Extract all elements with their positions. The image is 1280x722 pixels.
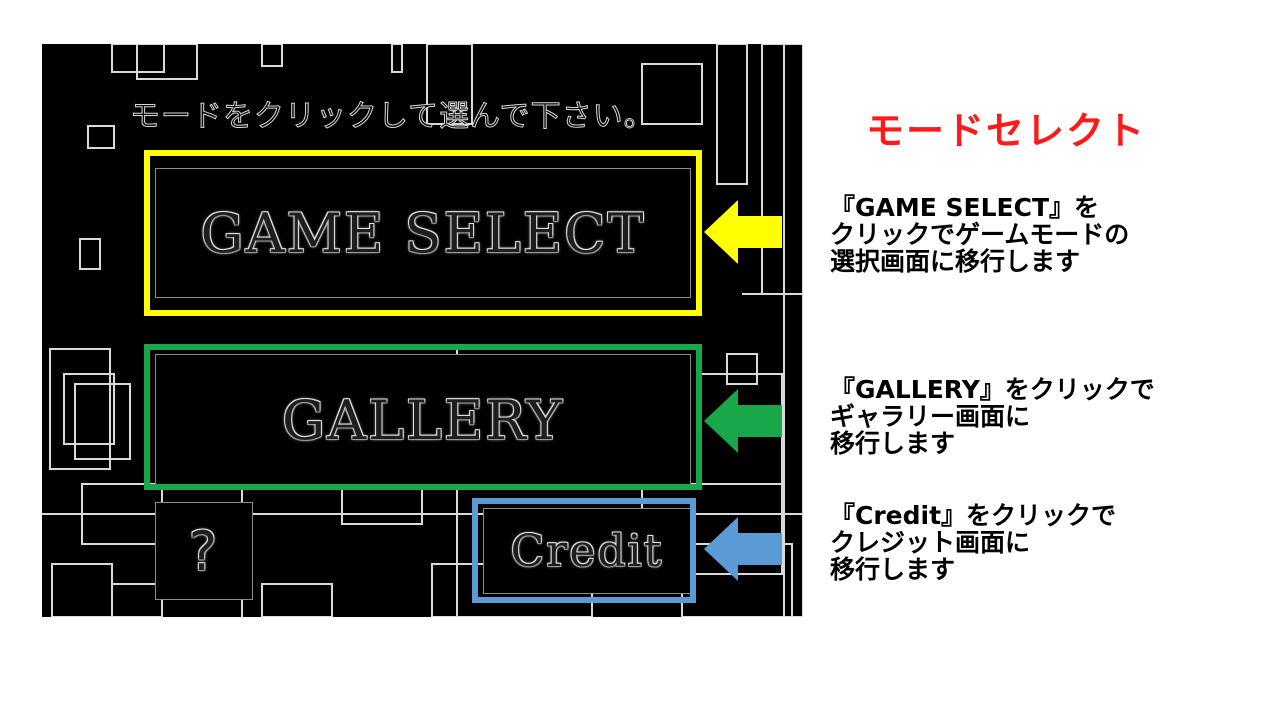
- back-label: クリックで戻る: [797, 629, 1280, 718]
- arrow-left-icon: [704, 517, 782, 581]
- back-button[interactable]: クリックで戻る: [797, 612, 1280, 722]
- credit-button[interactable]: Credit: [483, 508, 691, 594]
- arrow-left-icon: [704, 200, 782, 264]
- game-select-label: GAME SELECT: [200, 201, 646, 265]
- arrow-left-icon: [704, 389, 782, 453]
- description-line: 『Credit』をクリックで: [830, 501, 1117, 530]
- gallery-label: GALLERY: [282, 388, 564, 452]
- gallery-button[interactable]: GALLERY: [155, 354, 691, 486]
- game-screen: モードをクリックして選んで下さい。 GAME SELECT GALLERY ? …: [42, 44, 803, 617]
- gallery-description: 『GALLERY』をクリックで ギャラリー画面に 移行します: [830, 376, 1155, 457]
- description-line: 選択画面に移行します: [830, 247, 1081, 276]
- game-select-description: 『GAME SELECT』を クリックでゲームモードの 選択画面に移行します: [830, 194, 1129, 275]
- game-select-button[interactable]: GAME SELECT: [155, 168, 691, 298]
- credit-label: Credit: [510, 525, 664, 577]
- mode-select-title: モードセレクト: [866, 109, 1147, 153]
- help-button[interactable]: ?: [155, 502, 253, 600]
- description-line: 移行します: [830, 429, 956, 458]
- description-line: 移行します: [830, 555, 956, 584]
- credit-description: 『Credit』をクリックで クレジット画面に 移行します: [830, 502, 1116, 583]
- instruction-text: モードをクリックして選んで下さい。: [130, 99, 655, 135]
- description-line: クリックでゲームモードの: [830, 220, 1130, 249]
- help-question-icon: ?: [188, 519, 220, 583]
- description-line: 『GALLERY』をクリックで: [830, 375, 1155, 404]
- description-line: クレジット画面に: [830, 528, 1031, 557]
- description-line: ギャラリー画面に: [830, 402, 1031, 431]
- description-line: 『GAME SELECT』を: [830, 193, 1100, 222]
